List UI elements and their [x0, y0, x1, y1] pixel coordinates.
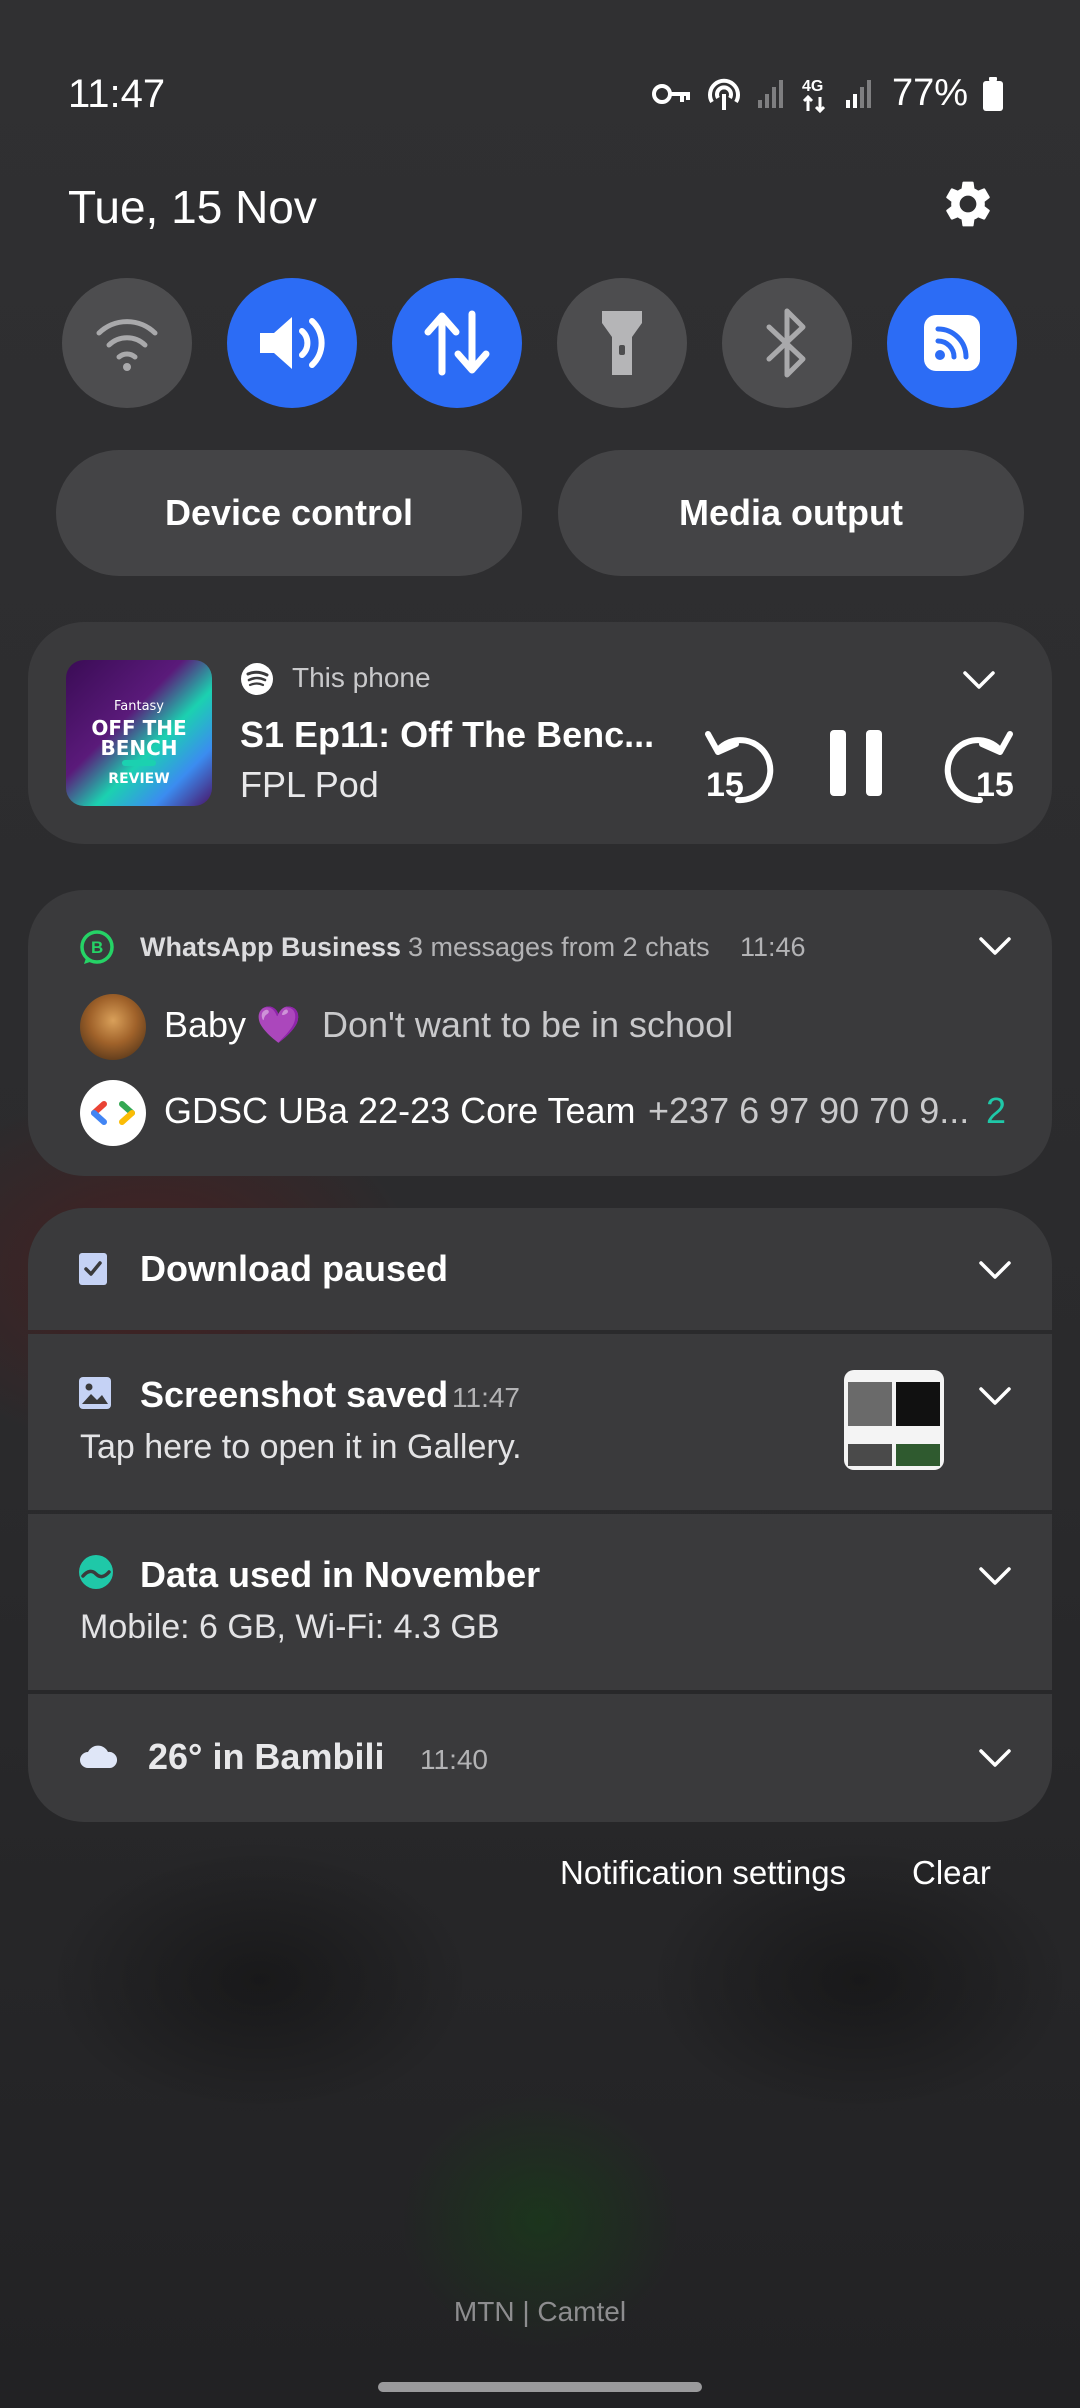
data-usage-icon: [79, 1555, 113, 1589]
album-art-brand: Fantasy: [113, 699, 165, 714]
data-usage-body: Mobile: 6 GB, Wi-Fi: 4.3 GB: [80, 1608, 500, 1646]
album-art-line2: BENCH: [100, 736, 178, 760]
signal-1-icon: [757, 79, 783, 108]
gdsc-logo-icon: [91, 1101, 135, 1125]
data-usage-expand-chevron-icon[interactable]: [978, 1566, 1012, 1586]
vpn-key-icon: [651, 83, 690, 104]
wifi-icon: [96, 319, 158, 371]
wa-app-name: WhatsApp Business: [140, 932, 402, 962]
album-art-line1: OFF THE: [91, 716, 187, 740]
album-art: Fantasy OFF THE BENCH REVIEW: [66, 660, 212, 806]
download-title: Download paused: [140, 1248, 449, 1289]
wa-expand-chevron-icon[interactable]: [978, 936, 1012, 956]
whatsapp-notification-card[interactable]: B WhatsApp Business 3 messages from 2 ch…: [28, 890, 1052, 1176]
download-icon: [79, 1253, 107, 1285]
download-notification[interactable]: Download paused: [28, 1208, 1052, 1330]
wa-sender: GDSC UBa 22-23 Core Team: [164, 1090, 636, 1131]
battery-percent: 77%: [891, 72, 968, 114]
thumbnail-product-2: [896, 1382, 940, 1426]
spotify-icon: [241, 663, 273, 695]
wa-message-text: Don't want to be in school: [322, 1004, 734, 1045]
status-time: 11:47: [68, 72, 166, 116]
wa-message-row[interactable]: Baby 💜 Don't want to be in school: [28, 986, 1052, 1070]
wa-message-row[interactable]: GDSC UBa 22-23 Core Team +237 6 97 90 70…: [28, 1072, 1052, 1156]
media-title: S1 Ep11: Off The Benc...: [240, 714, 655, 755]
date-label: Tue, 15 Nov: [68, 181, 317, 233]
hotspot-icon: [708, 78, 740, 110]
toggle-wifi[interactable]: [62, 278, 192, 408]
home-gesture-bar[interactable]: [378, 2382, 702, 2392]
toggle-flashlight[interactable]: [557, 278, 687, 408]
settings-gear-icon[interactable]: [940, 176, 996, 232]
media-output-button[interactable]: Media output: [558, 450, 1024, 576]
sound-icon: [260, 317, 325, 369]
group-avatar: [80, 1080, 146, 1146]
whatsapp-business-icon: B: [80, 930, 114, 964]
data-usage-title: Data used in November: [140, 1554, 541, 1595]
download-expand-chevron-icon[interactable]: [978, 1260, 1012, 1280]
skip-forward-button[interactable]: 15: [934, 722, 1034, 812]
screenshot-time: 11:47: [452, 1382, 520, 1413]
wa-unread-count: 2: [986, 1090, 1007, 1131]
toggle-bluetooth[interactable]: [722, 278, 852, 408]
wa-message-text: +237 6 97 90 70 9...: [648, 1090, 970, 1131]
signal-2-icon: [845, 79, 871, 108]
device-control-button[interactable]: Device control: [56, 450, 522, 576]
album-art-stripe: [122, 760, 156, 766]
carrier-label: MTN | Camtel: [453, 2296, 627, 2327]
pause-button[interactable]: [826, 726, 886, 800]
skip-forward-seconds: 15: [976, 766, 1014, 804]
weather-expand-chevron-icon[interactable]: [978, 1748, 1012, 1768]
data-usage-notification[interactable]: Data used in November Mobile: 6 GB, Wi-F…: [28, 1514, 1052, 1690]
screenshot-thumbnail: [844, 1370, 944, 1470]
weather-title: 26° in Bambili: [148, 1736, 385, 1777]
weather-time: 11:40: [420, 1744, 488, 1775]
wa-sender: Baby 💜: [164, 1004, 301, 1045]
contact-avatar: [80, 994, 146, 1060]
screenshot-expand-chevron-icon[interactable]: [978, 1386, 1012, 1406]
battery-icon: [983, 76, 1003, 111]
flashlight-icon: [602, 311, 642, 375]
thumbnail-product-1: [848, 1382, 892, 1426]
album-art-line3: REVIEW: [108, 771, 170, 787]
notification-group: Download paused Screenshot saved 11:47 T…: [28, 1208, 1052, 1822]
media-expand-chevron-icon[interactable]: [962, 670, 996, 690]
media-source: This phone: [292, 662, 431, 693]
toggle-mobile-data[interactable]: [392, 278, 522, 408]
status-icons: 4G 77%: [651, 72, 1004, 115]
bluetooth-icon: [766, 308, 806, 378]
thumbnail-product-3: [848, 1444, 892, 1466]
svg-text:B: B: [91, 938, 103, 957]
toggle-sound[interactable]: [227, 278, 357, 408]
mobile-data-icon: [424, 310, 490, 376]
weather-notification[interactable]: 26° in Bambili 11:40: [28, 1694, 1052, 1822]
clear-button[interactable]: Clear: [912, 1854, 991, 1892]
media-player-card[interactable]: Fantasy OFF THE BENCH REVIEW This phone …: [28, 622, 1052, 844]
skip-back-seconds: 15: [706, 766, 744, 804]
network-4g-icon: 4G: [802, 78, 825, 113]
cloud-icon: [80, 1745, 118, 1768]
nfc-icon: [924, 315, 980, 371]
skip-back-button[interactable]: 15: [688, 722, 788, 812]
thumbnail-product-4: [896, 1444, 940, 1466]
media-artist: FPL Pod: [240, 764, 379, 805]
screenshot-notification[interactable]: Screenshot saved 11:47 Tap here to open …: [28, 1334, 1052, 1510]
screenshot-title: Screenshot saved: [140, 1374, 449, 1415]
pause-icon: [830, 730, 882, 796]
svg-text:4G: 4G: [802, 78, 823, 95]
image-icon: [79, 1377, 111, 1409]
wa-summary: 3 messages from 2 chats: [408, 932, 710, 962]
wa-time: 11:46: [740, 932, 806, 962]
notification-settings-link[interactable]: Notification settings: [560, 1854, 846, 1892]
toggle-nfc[interactable]: [887, 278, 1017, 408]
screenshot-body: Tap here to open it in Gallery.: [80, 1428, 522, 1466]
